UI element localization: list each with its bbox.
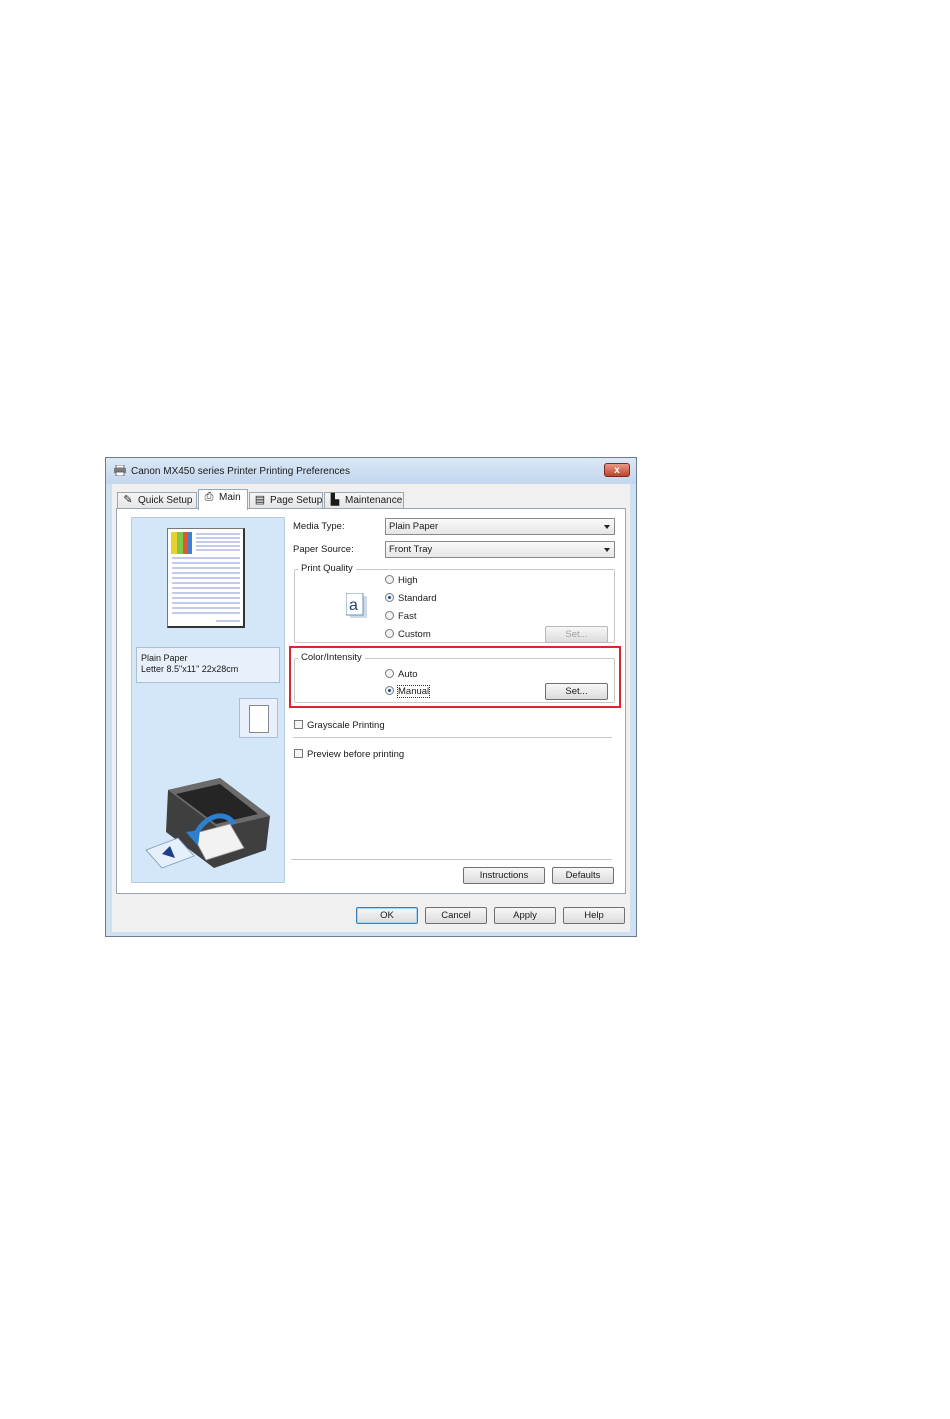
tab-page-setup[interactable]: ▤ Page Setup <box>249 492 323 509</box>
print-quality-title: Print Quality <box>298 563 356 574</box>
checkbox-unchecked-icon <box>294 720 303 729</box>
paper-type-text: Plain Paper <box>141 653 188 663</box>
tab-label: Page Setup <box>270 495 323 506</box>
dialog-client-area: ✎ Quick Setup ⎙ Main ▤ Page Setup ▙ Maintena… <box>112 484 630 932</box>
close-button[interactable]: x <box>604 463 630 477</box>
printer-illustration <box>145 778 270 869</box>
paper-source-value: Front Tray <box>389 544 433 555</box>
media-type-value: Plain Paper <box>389 521 439 532</box>
defaults-button[interactable]: Defaults <box>552 867 614 884</box>
quality-standard-radio[interactable]: Standard <box>385 593 437 604</box>
paper-orientation-icon <box>239 698 278 738</box>
checkbox-unchecked-icon <box>294 749 303 758</box>
cancel-button[interactable]: Cancel <box>425 907 487 924</box>
highlight-frame <box>289 646 621 708</box>
printer-icon <box>114 465 126 476</box>
media-type-dropdown[interactable]: Plain Paper <box>385 518 615 535</box>
svg-text:a: a <box>349 597 358 614</box>
radio-selected-icon <box>385 593 394 602</box>
tab-maintenance[interactable]: ▙ Maintenance <box>324 492 404 509</box>
title-bar[interactable]: Canon MX450 series Printer Printing Pref… <box>106 458 636 484</box>
preview-before-printing-checkbox[interactable]: Preview before printing <box>294 749 404 760</box>
quality-high-radio[interactable]: High <box>385 575 418 586</box>
printing-preferences-window: Canon MX450 series Printer Printing Pref… <box>105 457 637 937</box>
radio-unselected-icon <box>385 611 394 620</box>
tab-label: Main <box>219 492 241 503</box>
radio-unselected-icon <box>385 575 394 584</box>
quick-setup-icon: ✎ <box>123 494 133 506</box>
chevron-down-icon <box>604 548 610 552</box>
tab-label: Quick Setup <box>138 495 193 506</box>
window-title: Canon MX450 series Printer Printing Pref… <box>131 466 350 477</box>
quality-custom-radio[interactable]: Custom <box>385 629 431 640</box>
main-icon: ⎙ <box>204 491 214 503</box>
settings-preview: Plain Paper Letter 8.5"x11" 22x28cm <box>131 517 285 883</box>
paper-size-text: Letter 8.5"x11" 22x28cm <box>141 664 239 674</box>
quality-set-button[interactable]: Set... <box>545 626 608 643</box>
ok-button[interactable]: OK <box>356 907 418 924</box>
page-preview-image <box>167 528 245 628</box>
divider <box>291 859 612 860</box>
tab-quick-setup[interactable]: ✎ Quick Setup <box>117 492 197 509</box>
paper-source-label: Paper Source: <box>293 544 354 555</box>
chevron-down-icon <box>604 525 610 529</box>
radio-unselected-icon <box>385 629 394 638</box>
paper-source-dropdown[interactable]: Front Tray <box>385 541 615 558</box>
quality-fast-radio[interactable]: Fast <box>385 611 416 622</box>
instructions-button[interactable]: Instructions <box>463 867 545 884</box>
page-setup-icon: ▤ <box>254 494 266 506</box>
tab-label: Maintenance <box>345 495 403 506</box>
help-button[interactable]: Help <box>563 907 625 924</box>
print-quality-icon: a <box>346 593 367 618</box>
apply-button[interactable]: Apply <box>494 907 556 924</box>
media-type-label: Media Type: <box>293 521 345 532</box>
paper-info-box: Plain Paper Letter 8.5"x11" 22x28cm <box>136 647 280 683</box>
main-tab-panel: Plain Paper Letter 8.5"x11" 22x28cm Medi… <box>116 508 626 894</box>
maintenance-icon: ▙ <box>330 494 340 506</box>
divider <box>293 737 612 738</box>
grayscale-checkbox[interactable]: Grayscale Printing <box>294 720 385 731</box>
tab-main[interactable]: ⎙ Main <box>198 489 248 510</box>
